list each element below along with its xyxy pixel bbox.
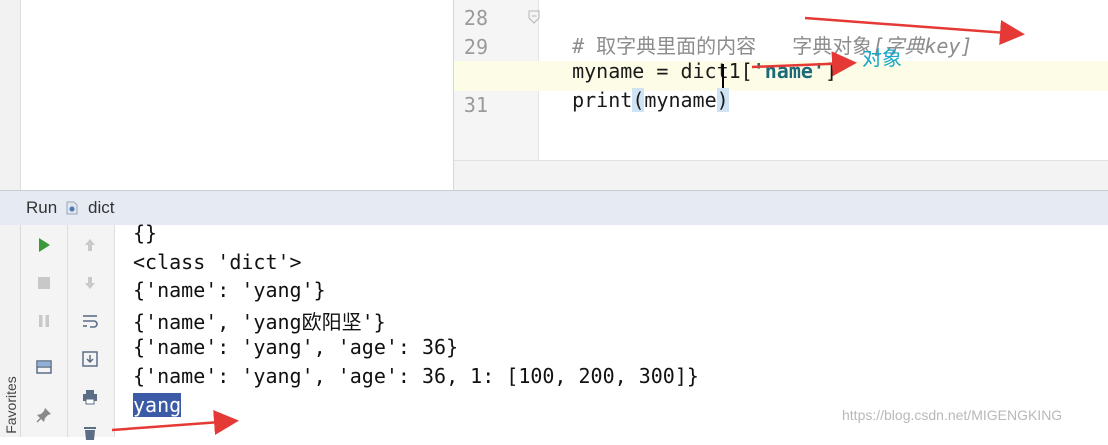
argument: myname [644, 88, 717, 112]
text-caret [722, 64, 724, 88]
project-side-strip [0, 0, 21, 190]
run-tool-header [0, 190, 1108, 226]
code-line-30: print(myname) [548, 64, 729, 112]
console-line: {'name', 'yang欧阳坚'} [133, 310, 386, 334]
line-number: 28 [463, 6, 488, 30]
line-number: 29 [463, 35, 488, 59]
function-name: print [572, 88, 633, 112]
watermark: https://blog.csdn.net/MIGENGKING [842, 407, 1063, 423]
scroll-to-end-icon[interactable] [78, 347, 102, 371]
run-config-tab[interactable]: dict [88, 198, 114, 218]
print-icon[interactable] [78, 385, 102, 409]
python-file-icon [66, 201, 78, 215]
string-literal: 'name' [752, 59, 825, 83]
up-arrow-icon[interactable] [78, 233, 102, 257]
trash-icon[interactable] [78, 421, 102, 445]
favorites-tab[interactable]: Favorites [3, 370, 23, 440]
console-line: <class 'dict'> [133, 250, 302, 274]
run-toolbar-secondary [68, 225, 115, 440]
console-line-selected: yang [133, 393, 182, 417]
soft-wrap-icon[interactable] [78, 309, 102, 333]
console-line: {} [133, 221, 158, 245]
fold-icon[interactable] [528, 10, 540, 24]
down-arrow-icon[interactable] [78, 271, 102, 295]
console-line: {'name': 'yang', 'age': 36, 1: [100, 200… [133, 364, 699, 388]
pin-icon[interactable] [32, 403, 56, 427]
run-tab-label[interactable]: Run [26, 198, 57, 218]
paren-open: ( [632, 88, 645, 112]
editor-bottom-area [454, 160, 1108, 191]
stop-icon[interactable] [32, 271, 56, 295]
run-toolbar-primary [21, 225, 68, 437]
code-text: ] [824, 59, 838, 83]
run-icon[interactable] [32, 233, 56, 257]
line-number: 31 [463, 93, 488, 117]
left-editor-pane [21, 0, 453, 190]
selected-output: yang [133, 393, 182, 417]
annotation-label: 对象 [862, 46, 902, 70]
console-line: {'name': 'yang'} [133, 278, 326, 302]
layout-icon[interactable] [32, 355, 56, 379]
pause-icon[interactable] [32, 309, 56, 333]
paren-close: ) [716, 88, 729, 112]
console-line: {'name': 'yang', 'age': 36} [133, 335, 459, 359]
